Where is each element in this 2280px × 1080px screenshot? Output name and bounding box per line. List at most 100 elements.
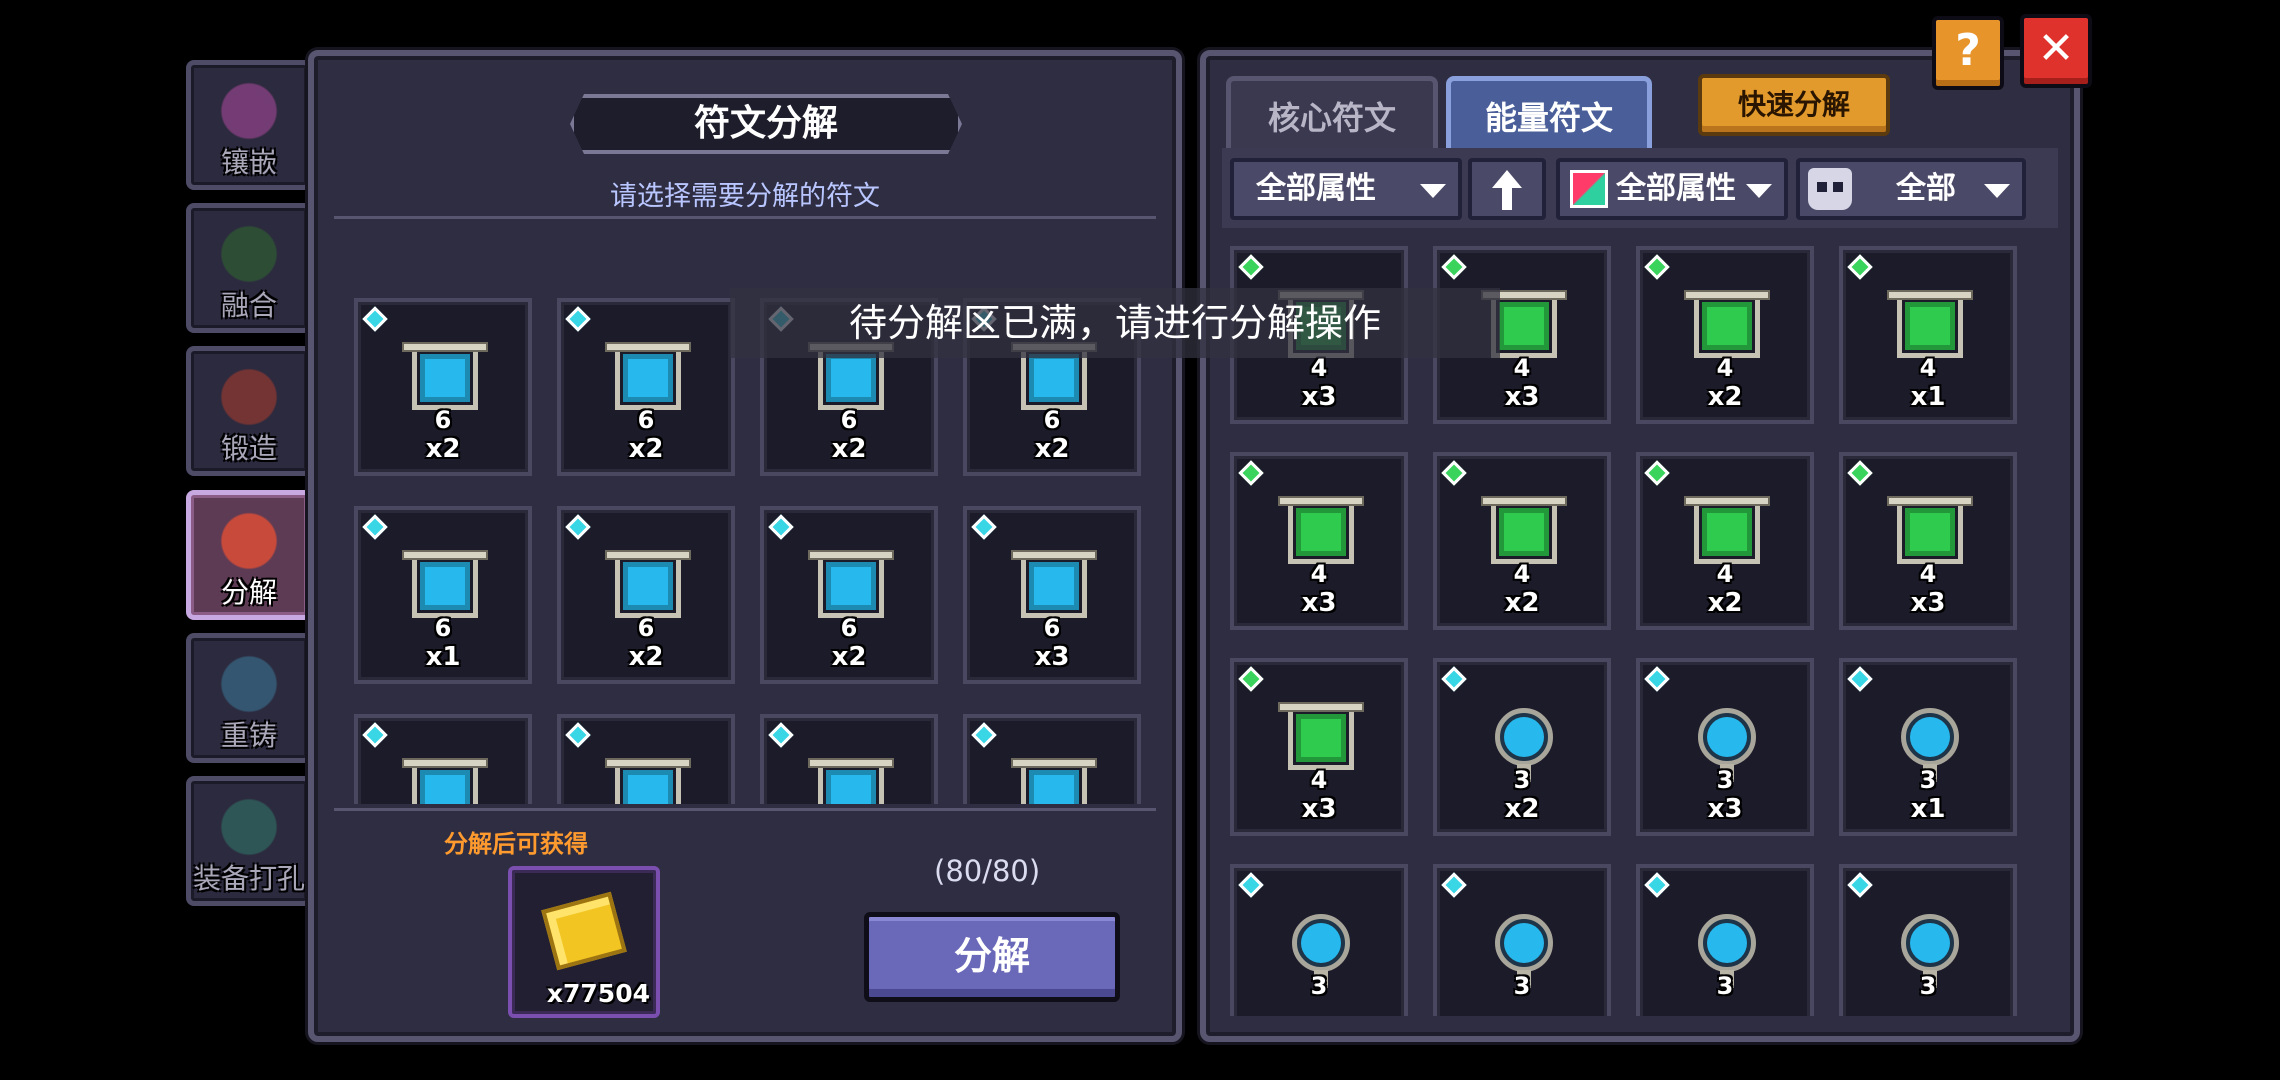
rune-slot[interactable]: 3 x1 [1839,658,2017,836]
rune-slot[interactable]: 6 x2 [354,298,532,476]
quick-decompose-button[interactable]: 快速分解 [1698,74,1890,136]
rune-quantity: x2 [1504,588,1540,618]
sort-button[interactable] [1468,158,1546,220]
rune-slot[interactable]: 4 x3 [1230,452,1408,630]
side-tab-label: 融合 [220,289,277,322]
rune-slot[interactable]: 3 [1433,864,1611,1016]
rune-slot[interactable]: 6 x2 [557,298,735,476]
quality-gem-icon [1238,872,1264,898]
side-tab-label: 锻造 [220,432,277,465]
quality-gem-icon [971,722,997,748]
side-tab-label: 重铸 [220,719,277,752]
rune-quantity: x3 [1910,588,1946,618]
quality-gem-icon [1644,872,1670,898]
rune-slot[interactable]: 4 x1 [1839,246,2017,424]
rune-level: 3 [1919,972,1937,1000]
side-tab[interactable]: 镶嵌 [186,60,312,190]
quality-gem-icon [362,722,388,748]
rune-level: 4 [1310,354,1328,382]
attribute-dropdown[interactable]: 全部属性 [1230,158,1462,220]
chevron-down-icon [1984,184,2010,198]
rune-level: 4 [1310,560,1328,588]
side-tab-label: 分解 [220,576,277,609]
side-tab[interactable]: 分解 [186,490,312,620]
rune-quantity: x1 [425,642,461,672]
quality-gem-icon [1238,254,1264,280]
rune-slot[interactable]: 4 x3 [1230,658,1408,836]
rune-slot[interactable]: 6 x1 [354,506,532,684]
side-tab-label: 镶嵌 [220,146,277,179]
rune-level: 6 [637,614,655,642]
quality-gem-icon [1644,254,1670,280]
help-button[interactable]: ? [1932,16,2004,90]
rune-inventory-panel: 核心符文 能量符文 快速分解 全部属性 全部属性 全部 4 x3 4 x3 4 x2 4 x1… [1200,50,2080,1042]
rune-slot[interactable]: 3 [1636,864,1814,1016]
rune-level: 6 [1043,614,1061,642]
rune-quantity: x2 [628,642,664,672]
quality-gem-icon [1441,666,1467,692]
rune-slot[interactable]: 3 x3 [1636,658,1814,836]
rune-quantity: x2 [1034,434,1070,464]
quality-gem-icon [1847,666,1873,692]
rune-slot[interactable]: 6 [557,714,735,804]
decompose-panel: 符文分解 请选择需要分解的符文 6 x2 6 x2 6 x2 6 x2 6 x1 6 x2 6 x2 6 x3… [308,50,1182,1042]
rune-slot[interactable]: 4 x3 [1839,452,2017,630]
decompose-button[interactable]: 分解 [864,912,1120,1002]
reward-slot[interactable]: x77504 [508,866,660,1018]
rune-level: 6 [840,614,858,642]
side-tab[interactable]: 装备打孔 [186,776,312,906]
rune-slot[interactable]: 6 [760,714,938,804]
tab-core-runes[interactable]: 核心符文 [1226,76,1438,152]
rune-level: 4 [1716,560,1734,588]
rune-slot[interactable]: 4 x2 [1636,246,1814,424]
toast-message: 待分解区已满，请进行分解操作 [730,288,1500,358]
chevron-down-icon [1420,184,1446,198]
rune-slot[interactable]: 6 x2 [760,506,938,684]
quality-gem-icon [1847,254,1873,280]
quality-gem-icon [1441,872,1467,898]
rune-level: 3 [1716,766,1734,794]
quality-gem-icon [362,514,388,540]
side-tab[interactable]: 锻造 [186,346,312,476]
quality-gem-icon [362,306,388,332]
rune-slot[interactable]: 3 [1230,864,1408,1016]
rune-level: 3 [1919,766,1937,794]
rune-level: 4 [1919,560,1937,588]
rune-quantity: x3 [1034,642,1070,672]
quality-gem-icon [1238,460,1264,486]
rune-quantity: x2 [1707,382,1743,412]
rune-slot[interactable]: 4 x2 [1636,452,1814,630]
quality-gem-icon [565,514,591,540]
rune-icon [605,754,691,804]
element-dropdown[interactable]: 全部属性 [1556,158,1788,220]
rune-slot[interactable]: 4 x2 [1433,452,1611,630]
rune-level: 6 [434,614,452,642]
element-swatch-icon [1570,170,1608,208]
rune-quantity: x2 [425,434,461,464]
quality-gem-icon [1644,460,1670,486]
quality-gem-icon [1644,666,1670,692]
element-dropdown-label: 全部属性 [1616,171,1736,206]
side-tab[interactable]: 重铸 [186,633,312,763]
rune-quantity: x2 [831,434,867,464]
rune-level: 4 [1513,560,1531,588]
rune-quantity: x1 [1910,382,1946,412]
rune-inventory-grid[interactable]: 4 x3 4 x3 4 x2 4 x1 4 x3 4 x2 4 x2 4 x3 4 x3 3 x2 3 x3 3 x1 3 3 3 3 [1230,246,2060,1016]
type-dropdown[interactable]: 全部 [1796,158,2026,220]
rune-slot[interactable]: 3 [1839,864,2017,1016]
rune-level: 4 [1919,354,1937,382]
close-button[interactable]: ✕ [2020,14,2092,88]
rune-slot[interactable]: 3 x2 [1433,658,1611,836]
rune-quantity: x2 [628,434,664,464]
filter-bar: 全部属性 全部属性 全部 [1222,148,2058,228]
rune-level: 6 [434,406,452,434]
tab-energy-runes[interactable]: 能量符文 [1446,76,1652,152]
quality-gem-icon [1238,666,1264,692]
side-tab[interactable]: 融合 [186,203,312,333]
rune-slot[interactable]: 6 x3 [963,506,1141,684]
divider [334,808,1156,811]
panel-subtitle: 请选择需要分解的符文 [610,181,880,212]
rune-slot[interactable]: 6 x2 [557,506,735,684]
rune-slot[interactable]: 6 [963,714,1141,804]
rune-slot[interactable]: 6 [354,714,532,804]
